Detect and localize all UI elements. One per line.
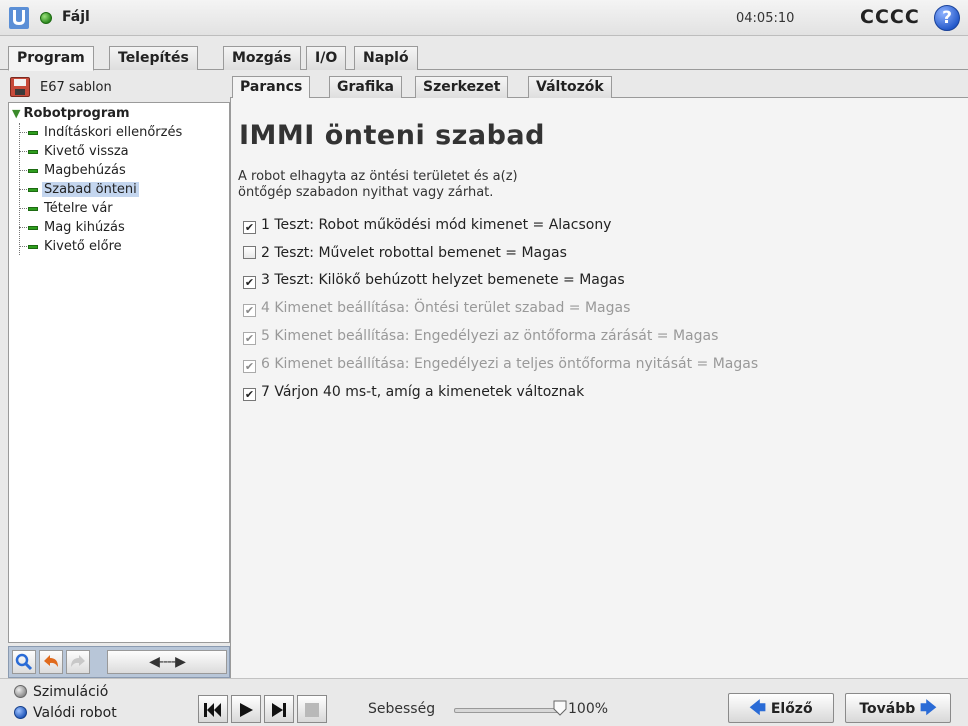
check-item-disabled: ✔ 4 Kimenet beállítása: Öntési terület sz… <box>243 300 631 317</box>
program-panel: E67 sablon ▼ Robotprogram Indításkori ell… <box>8 74 230 678</box>
mode-real-robot[interactable]: Valódi robot <box>14 703 117 723</box>
stop-button[interactable] <box>297 695 327 723</box>
main-tabs: Program Telepítés Mozgás I/O Napló <box>0 36 968 71</box>
checkbox[interactable]: ✔ <box>243 276 256 289</box>
tree-item[interactable]: Kivető előre <box>19 237 124 256</box>
node-icon <box>28 225 38 230</box>
speed-value: 100% <box>568 701 609 717</box>
radio-icon[interactable] <box>14 685 27 698</box>
redo-icon[interactable] <box>66 650 90 674</box>
checkbox[interactable]: ✔ <box>243 221 256 234</box>
ur-logo-icon <box>9 7 29 29</box>
tab-installation[interactable]: Telepítés <box>109 46 198 70</box>
sub-tabs: Parancs Grafika Szerkezet Változók <box>230 74 968 99</box>
command-content: IMMI önteni szabad A robot elhagyta az ö… <box>230 98 968 678</box>
help-icon[interactable]: ? <box>934 5 960 31</box>
clock: 04:05:10 <box>736 11 795 26</box>
search-icon[interactable] <box>12 650 36 674</box>
step-button[interactable] <box>264 695 294 723</box>
bottom-bar: Szimuláció Valódi robot Sebesség 100% 🡄 … <box>0 678 968 726</box>
robot-name: CCCC <box>860 6 920 28</box>
description: A robot elhagyta az öntési területet és … <box>238 169 518 200</box>
tree-item[interactable]: Indításkori ellenőrzés <box>19 123 184 142</box>
arrow-right-icon: 🡆 <box>920 698 937 717</box>
mode-simulation[interactable]: Szimuláció <box>14 682 108 702</box>
tree-item-selected[interactable]: Szabad önteni <box>19 180 139 199</box>
save-icon[interactable] <box>10 77 30 97</box>
program-tree[interactable]: ▼ Robotprogram Indításkori ellenőrzés Kiv… <box>8 102 230 643</box>
check-item[interactable]: ✔ 1 Teszt: Robot működési mód kimenet = A… <box>243 215 611 235</box>
checkbox: ✔ <box>243 304 256 317</box>
check-item[interactable]: ✔ 3 Teszt: Kilökő behúzott helyzet bemene… <box>243 270 625 290</box>
play-button[interactable] <box>231 695 261 723</box>
speed-slider-thumb[interactable] <box>553 700 567 716</box>
node-panel: Parancs Grafika Szerkezet Változók IMMI … <box>230 74 968 678</box>
program-name-row: E67 sablon <box>8 74 230 102</box>
check-item-disabled: ✔ 6 Kimenet beállítása: Engedélyezi a tel… <box>243 356 759 373</box>
checkbox[interactable] <box>243 246 256 259</box>
page-title: IMMI önteni szabad <box>239 120 545 151</box>
tree-item[interactable]: Mag kihúzás <box>19 218 127 237</box>
speed-slider[interactable] <box>454 708 562 713</box>
file-menu[interactable]: Fájl <box>62 9 90 25</box>
tab-structure[interactable]: Szerkezet <box>415 76 509 98</box>
tree-item[interactable]: Tételre vár <box>19 199 115 218</box>
check-item-disabled: ✔ 5 Kimenet beállítása: Engedélyezi az ön… <box>243 328 719 345</box>
program-name: E67 sablon <box>40 80 112 95</box>
node-icon <box>28 130 38 135</box>
checkbox[interactable]: ✔ <box>243 388 256 401</box>
next-button[interactable]: Tovább 🡆 <box>845 693 951 723</box>
check-item[interactable]: ✔ 7 Várjon 40 ms-t, amíg a kimenetek vált… <box>243 382 584 402</box>
node-icon <box>28 149 38 154</box>
skip-back-button[interactable] <box>198 695 228 723</box>
tab-program[interactable]: Program <box>8 46 94 71</box>
check-item[interactable]: 2 Teszt: Művelet robottal bemenet = Maga… <box>243 243 567 263</box>
tab-move[interactable]: Mozgás <box>223 46 301 70</box>
node-icon <box>28 187 38 192</box>
tree-root[interactable]: ▼ Robotprogram <box>12 106 130 121</box>
checkbox: ✔ <box>243 360 256 373</box>
tree-item[interactable]: Magbehúzás <box>19 161 128 180</box>
node-icon <box>28 244 38 249</box>
node-icon <box>28 168 38 173</box>
tab-variables[interactable]: Változók <box>528 76 612 98</box>
expand-triangle-icon[interactable]: ▼ <box>12 107 20 120</box>
previous-button[interactable]: 🡄 Előző <box>728 693 834 723</box>
undo-icon[interactable] <box>39 650 63 674</box>
tab-graphics[interactable]: Grafika <box>329 76 402 98</box>
radio-icon[interactable] <box>14 706 27 719</box>
tab-log[interactable]: Napló <box>354 46 418 70</box>
robot-status-icon <box>40 12 52 24</box>
checkbox: ✔ <box>243 332 256 345</box>
tab-command[interactable]: Parancs <box>232 76 311 99</box>
speed-label: Sebesség <box>368 701 436 717</box>
node-icon <box>28 206 38 211</box>
top-bar: Fájl 04:05:10 CCCC ? <box>0 0 968 36</box>
tree-toolbar: ◀----▶ <box>8 646 230 678</box>
tab-io[interactable]: I/O <box>306 46 347 70</box>
arrow-left-icon: 🡄 <box>749 698 766 717</box>
tree-item[interactable]: Kivető vissza <box>19 142 131 161</box>
move-node-button[interactable]: ◀----▶ <box>107 650 227 674</box>
